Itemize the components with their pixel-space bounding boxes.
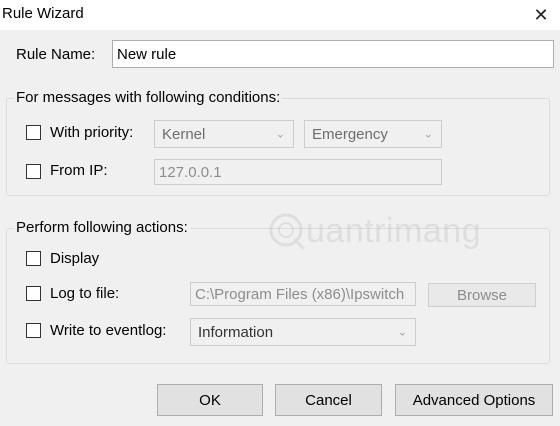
- ok-button[interactable]: OK: [157, 384, 263, 416]
- window-title: Rule Wizard: [2, 5, 84, 22]
- from-ip-checkbox[interactable]: [26, 164, 41, 179]
- priority-level-value: Emergency: [312, 125, 388, 143]
- quantrimang-logo-icon: [269, 213, 305, 250]
- chevron-down-icon: ⌄: [397, 326, 407, 339]
- eventlog-type-select[interactable]: Information ⌄: [190, 318, 416, 346]
- log-to-file-checkbox[interactable]: [26, 286, 41, 301]
- watermark: uantrimang: [266, 208, 506, 260]
- priority-label: With priority:: [50, 124, 134, 141]
- eventlog-type-value: Information: [198, 323, 274, 341]
- priority-facility-value: Kernel: [162, 125, 206, 143]
- watermark-text: uantrimang: [306, 212, 482, 250]
- chevron-down-icon: ⌄: [423, 128, 433, 141]
- priority-facility-select[interactable]: Kernel ⌄: [154, 120, 294, 148]
- advanced-options-button[interactable]: Advanced Options: [395, 384, 553, 416]
- rule-name-input[interactable]: New rule: [112, 40, 554, 68]
- display-label: Display: [50, 250, 100, 267]
- display-checkbox[interactable]: [26, 251, 41, 266]
- from-ip-label: From IP:: [50, 162, 108, 179]
- eventlog-checkbox[interactable]: [26, 323, 41, 338]
- eventlog-label: Write to eventlog:: [50, 322, 167, 339]
- rule-name-label: Rule Name:: [16, 46, 96, 63]
- cancel-button[interactable]: Cancel: [275, 384, 382, 416]
- log-file-path-input[interactable]: C:\Program Files (x86)\Ipswitch: [190, 282, 416, 306]
- title-bar: [0, 0, 560, 30]
- actions-group-label: Perform following actions:: [14, 219, 190, 236]
- priority-level-select[interactable]: Emergency ⌄: [304, 120, 442, 148]
- browse-button[interactable]: Browse: [428, 283, 536, 307]
- chevron-down-icon: ⌄: [275, 128, 285, 141]
- log-to-file-label: Log to file:: [50, 285, 120, 302]
- close-button[interactable]: ✕: [526, 2, 556, 28]
- close-icon: ✕: [533, 4, 549, 25]
- from-ip-input[interactable]: 127.0.0.1: [154, 159, 442, 185]
- conditions-group-label: For messages with following conditions:: [14, 89, 283, 106]
- priority-checkbox[interactable]: [26, 125, 41, 140]
